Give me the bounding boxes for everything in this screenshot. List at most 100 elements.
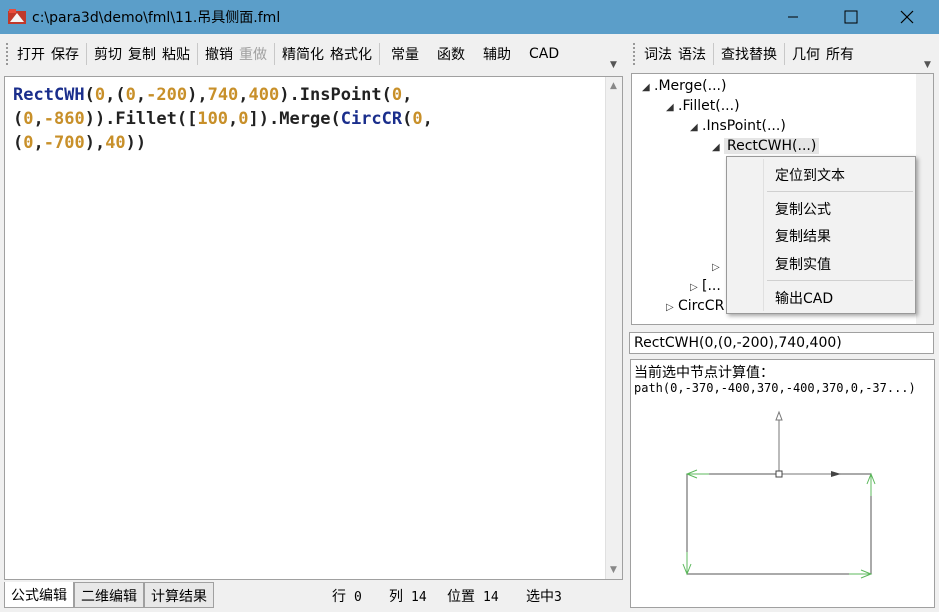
code-token-punc: ), <box>187 85 208 105</box>
tab-2d-edit[interactable]: 二维编辑 <box>74 582 144 608</box>
expand-icon[interactable]: ▷ <box>666 302 678 313</box>
scroll-down-icon[interactable]: ▼ <box>610 565 617 575</box>
origin-marker <box>775 470 783 478</box>
toolbar-separator <box>713 43 714 65</box>
code-token-num: 100 <box>197 109 229 129</box>
toolbar-separator <box>379 43 380 65</box>
close-button[interactable] <box>884 0 930 34</box>
collapse-icon[interactable]: ◢ <box>642 82 654 93</box>
menu-output-cad[interactable]: 输出CAD <box>775 288 833 308</box>
tree-scrollbar[interactable] <box>916 74 933 324</box>
menu-copy-value[interactable]: 复制实值 <box>775 254 831 274</box>
status-pos: 位置 14 <box>447 589 499 605</box>
minimize-button[interactable] <box>770 0 816 34</box>
menu-copy-result[interactable]: 复制结果 <box>775 226 831 246</box>
code-text[interactable]: RectCWH(0,(0,-200),740,400).InsPoint(0, … <box>13 83 593 155</box>
code-token-meth: Merge <box>279 109 331 129</box>
code-token-fn: RectCWH <box>13 85 85 105</box>
assist-menu[interactable]: 辅助 <box>480 44 514 64</box>
expand-icon[interactable]: ▷ <box>712 262 724 273</box>
formula-editor[interactable]: RectCWH(0,(0,-200),740,400).InsPoint(0, … <box>4 76 623 580</box>
collapse-icon[interactable]: ◢ <box>690 122 702 133</box>
geometry-button[interactable]: 几何 <box>789 44 823 64</box>
node-formula-field[interactable]: RectCWH(0,(0,-200),740,400) <box>629 332 934 354</box>
code-token-punc: ,( <box>105 85 126 105</box>
editor-tabs: 公式编辑 二维编辑 计算结果 <box>4 582 214 608</box>
collapse-icon[interactable]: ◢ <box>712 142 724 153</box>
code-token-punc: , <box>135 85 147 105</box>
maximize-button[interactable] <box>828 0 874 34</box>
tree-node-bracket[interactable]: ▷ [... <box>690 278 721 294</box>
code-token-fn: CircCR <box>340 109 403 129</box>
status-row: 行0 <box>332 589 362 605</box>
paste-button[interactable]: 粘贴 <box>159 44 193 64</box>
maximize-icon <box>844 10 858 24</box>
function-menu[interactable]: 函数 <box>434 44 468 64</box>
code-token-punc: ( <box>330 109 341 129</box>
toolbar-separator <box>274 43 275 65</box>
save-button[interactable]: 保存 <box>48 44 82 64</box>
close-icon <box>900 10 914 24</box>
menu-separator <box>767 191 913 192</box>
tree-node-inspoint[interactable]: ◢ .InsPoint(...) <box>690 118 786 134</box>
toolbar-overflow-icon[interactable]: ▼ <box>610 60 617 70</box>
window-title: c:\para3d\demo\fml\11.吊具侧面.fml <box>32 10 281 26</box>
tree-node-rectcwh[interactable]: ◢ RectCWH(...) <box>712 138 820 154</box>
open-button[interactable]: 打开 <box>14 44 48 64</box>
code-token-punc: , <box>228 109 239 129</box>
redo-button[interactable]: 重做 <box>236 44 270 64</box>
scroll-up-icon[interactable]: ▲ <box>610 81 617 91</box>
copy-button[interactable]: 复制 <box>125 44 159 64</box>
lexical-button[interactable]: 词法 <box>641 44 675 64</box>
collapse-icon[interactable]: ◢ <box>666 102 678 113</box>
title-bar: c:\para3d\demo\fml\11.吊具侧面.fml <box>0 0 939 34</box>
code-token-num: 0 <box>23 109 34 129</box>
all-button[interactable]: 所有 <box>823 44 857 64</box>
preview-panel: 当前选中节点计算值： path(0,-370,-400,370,-400,370… <box>630 359 935 608</box>
code-token-punc: )). <box>84 109 116 129</box>
menu-copy-formula[interactable]: 复制公式 <box>775 199 831 219</box>
menu-locate-text[interactable]: 定位到文本 <box>775 165 845 185</box>
tree-node-merge[interactable]: ◢ .Merge(...) <box>642 78 726 94</box>
toolbar-overflow-icon[interactable]: ▼ <box>924 60 931 70</box>
toolbar-grip[interactable] <box>633 43 637 65</box>
expand-icon[interactable]: ▷ <box>690 282 702 293</box>
cad-menu[interactable]: CAD <box>526 46 562 62</box>
status-col: 列 14 <box>389 589 427 605</box>
simplify-button[interactable]: 精简化 <box>279 44 327 64</box>
toolbar-grip[interactable] <box>6 43 10 65</box>
undo-button[interactable]: 撤销 <box>202 44 236 64</box>
code-token-num: -200 <box>146 85 188 105</box>
x-axis-arrow-icon <box>831 471 841 477</box>
cut-button[interactable]: 剪切 <box>91 44 125 64</box>
tree-toolbar: 词法 语法 查找替换 几何 所有 ▼ <box>631 36 937 72</box>
toolbar-separator <box>86 43 87 65</box>
tree-node-child[interactable]: ▷ <box>712 258 724 274</box>
syntax-button[interactable]: 语法 <box>675 44 709 64</box>
format-button[interactable]: 格式化 <box>327 44 375 64</box>
app-icon <box>8 9 26 24</box>
find-replace-button[interactable]: 查找替换 <box>718 44 780 64</box>
main-toolbar: 打开 保存 剪切 复制 粘贴 撤销 重做 精简化 格式化 常量 函数 辅助 CA… <box>4 36 624 72</box>
editor-scrollbar[interactable]: ▲ ▼ <box>605 77 622 579</box>
code-token-punc: ]). <box>248 109 280 129</box>
tab-calc-result[interactable]: 计算结果 <box>144 582 214 608</box>
code-token-punc: ( <box>381 85 392 105</box>
direction-arrows <box>682 469 876 579</box>
code-token-num: 0 <box>94 85 106 105</box>
code-token-punc: ([ <box>176 109 198 129</box>
constant-menu[interactable]: 常量 <box>388 44 422 64</box>
tab-formula-edit[interactable]: 公式编辑 <box>4 582 74 608</box>
status-sel: 选中3 <box>526 589 562 605</box>
code-token-num: -700 <box>43 133 85 153</box>
tree-node-circcr[interactable]: ▷ CircCR <box>666 298 724 314</box>
context-menu: 定位到文本 复制公式 复制结果 复制实值 输出CAD <box>726 156 916 314</box>
y-axis-arrow-icon <box>775 410 783 421</box>
preview-canvas <box>682 410 876 579</box>
code-token-meth: InsPoint <box>299 85 382 105</box>
tree-node-fillet[interactable]: ◢ .Fillet(...) <box>666 98 740 114</box>
code-token-punc: ). <box>279 85 300 105</box>
code-token-punc: , <box>33 109 44 129</box>
toolbar-separator <box>784 43 785 65</box>
code-token-num: 0 <box>238 109 249 129</box>
